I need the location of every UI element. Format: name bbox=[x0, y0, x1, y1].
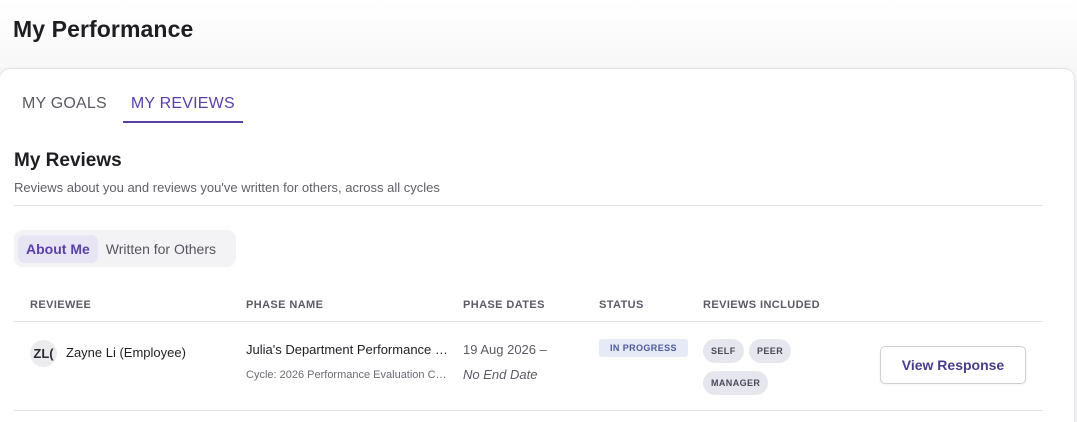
column-header-phase-dates: PHASE DATES bbox=[463, 299, 545, 311]
table-row-divider bbox=[14, 410, 1043, 411]
page-title: My Performance bbox=[13, 16, 194, 42]
column-header-phase-name: PHASE NAME bbox=[246, 299, 324, 311]
tab-bar: MY GOALS MY REVIEWS bbox=[14, 85, 251, 123]
segment-written-for-others[interactable]: Written for Others bbox=[98, 235, 224, 263]
column-header-reviews-included: REVIEWS INCLUDED bbox=[703, 299, 821, 311]
phase-end-date: No End Date bbox=[463, 367, 538, 382]
column-header-status: STATUS bbox=[599, 299, 644, 311]
view-response-button[interactable]: View Response bbox=[880, 346, 1026, 384]
section-subtitle: Reviews about you and reviews you've wri… bbox=[14, 180, 440, 195]
review-type-pill-manager: MANAGER bbox=[703, 371, 769, 395]
section-title: My Reviews bbox=[14, 150, 122, 171]
section-divider bbox=[14, 205, 1043, 206]
status-badge: IN PROGRESS bbox=[599, 339, 688, 357]
column-header-reviewee: REVIEWEE bbox=[30, 299, 92, 311]
content-card: MY GOALS MY REVIEWS My Reviews Reviews a… bbox=[0, 69, 1074, 422]
review-type-pill-self: SELF bbox=[703, 339, 744, 363]
phase-cycle: Cycle: 2026 Performance Evaluation Cycle bbox=[246, 369, 448, 381]
tab-my-goals[interactable]: MY GOALS bbox=[14, 85, 115, 123]
tab-my-reviews[interactable]: MY REVIEWS bbox=[122, 85, 243, 123]
segment-about-me[interactable]: About Me bbox=[18, 234, 98, 263]
review-type-pill-peer: PEER bbox=[749, 339, 792, 363]
reviewee-name: Zayne Li (Employee) bbox=[66, 345, 186, 360]
avatar: ZL( bbox=[30, 340, 57, 367]
phase-start-date: 19 Aug 2026 – bbox=[463, 342, 547, 357]
table-header-divider bbox=[14, 321, 1043, 322]
review-filter-segmented-control: About Me Written for Others bbox=[14, 230, 236, 267]
phase-name: Julia's Department Performance Review bbox=[246, 342, 448, 357]
